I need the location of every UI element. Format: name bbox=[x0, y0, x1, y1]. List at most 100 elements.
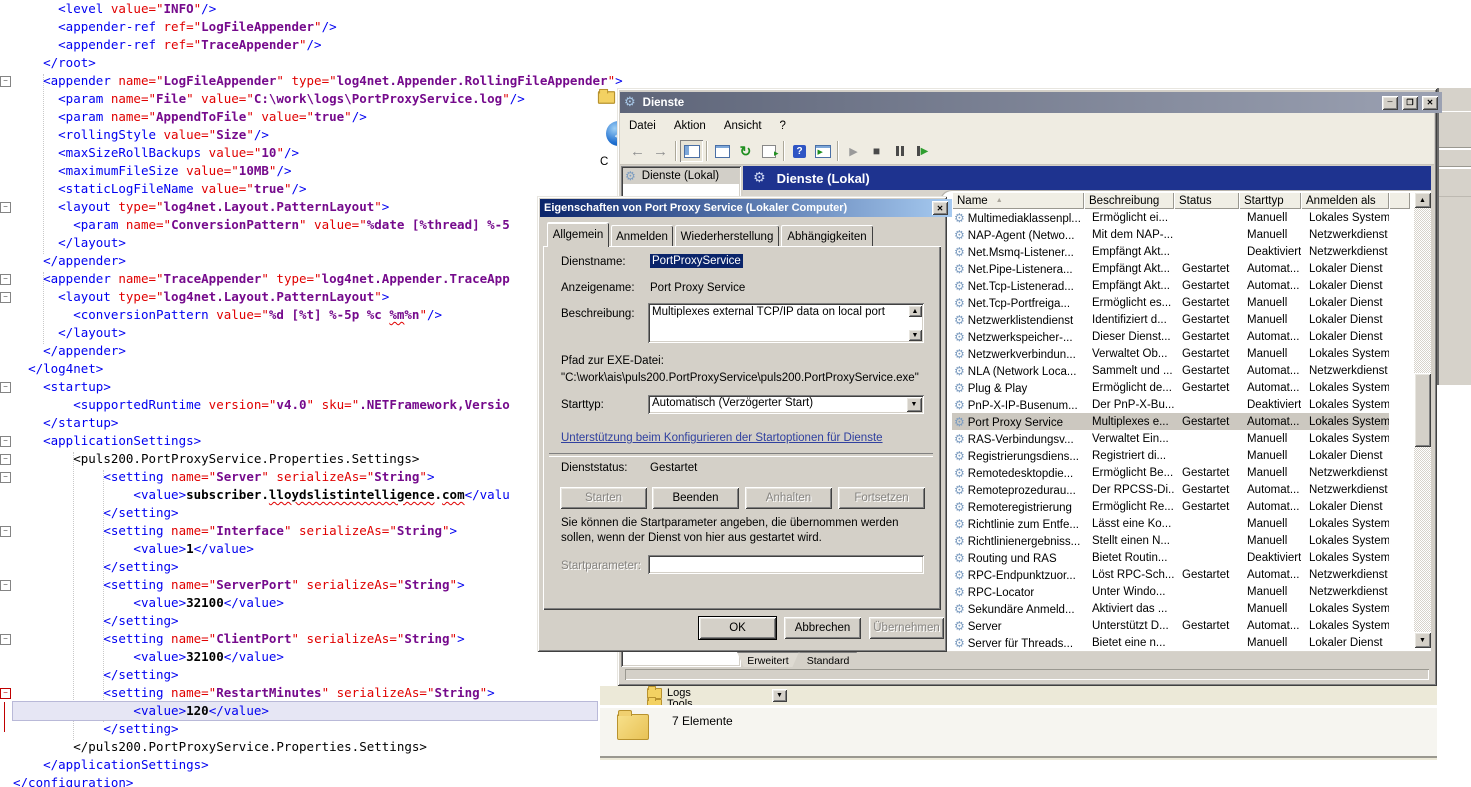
close-button[interactable]: ✕ bbox=[1422, 96, 1438, 110]
fold-toggle[interactable]: − bbox=[0, 580, 11, 591]
fold-toggle[interactable]: − bbox=[0, 436, 11, 447]
column-header-name[interactable]: Name ▲ bbox=[952, 192, 1084, 209]
table-row[interactable]: ⚙Richtlinie zum Entfe...Lässt eine Ko...… bbox=[952, 515, 1389, 532]
table-row[interactable]: ⚙Net.Pipe-Listenera...Empfängt Akt...Ges… bbox=[952, 260, 1389, 277]
table-row[interactable]: ⚙Port Proxy ServiceMultiplexes e...Gesta… bbox=[952, 413, 1389, 430]
view-tab-erweitert[interactable]: Erweitert bbox=[737, 652, 799, 668]
fold-toggle[interactable]: − bbox=[0, 202, 11, 213]
table-row[interactable]: ⚙Remoteprozedurau...Der RPCSS-Di...Gesta… bbox=[952, 481, 1389, 498]
services-list[interactable]: ⚙Multimediaklassenpl...Ermöglicht ei...M… bbox=[952, 209, 1389, 651]
services-scrollbar[interactable]: ▲ ▼ bbox=[1414, 192, 1431, 648]
table-row[interactable]: ⚙NLA (Network Loca...Sammelt und ...Gest… bbox=[952, 362, 1389, 379]
fold-toggle[interactable]: − bbox=[0, 454, 11, 465]
starttyp-combobox[interactable]: Automatisch (Verzögerter Start) ▼ bbox=[648, 395, 924, 414]
scrollbar-thumb[interactable] bbox=[1414, 373, 1431, 447]
column-header-starttyp[interactable]: Starttyp bbox=[1239, 192, 1301, 209]
dropdown-button[interactable]: ▼ bbox=[772, 689, 787, 702]
table-row[interactable]: ⚙Netzwerkspeicher-...Dieser Dienst...Ges… bbox=[952, 328, 1389, 345]
beschreibung-textarea[interactable]: Multiplexes external TCP/IP data on loca… bbox=[648, 303, 924, 343]
start-service-button[interactable]: ▶ bbox=[842, 140, 865, 162]
menu-item-aktion[interactable]: Aktion bbox=[665, 118, 715, 134]
scroll-up-button[interactable]: ▲ bbox=[1414, 192, 1431, 208]
services-titlebar[interactable]: ⚙ Dienste ─ ❒ ✕ bbox=[620, 92, 1442, 113]
menu-item-datei[interactable]: Datei bbox=[620, 118, 665, 134]
tab-wiederherstellung[interactable]: Wiederherstellung bbox=[675, 225, 779, 247]
menu-item-ansicht[interactable]: Ansicht bbox=[715, 118, 771, 134]
restart-service-button[interactable]: ▶ bbox=[911, 140, 934, 162]
table-row[interactable]: ⚙RPC-Endpunktzuor...Löst RPC-Sch...Gesta… bbox=[952, 566, 1389, 583]
table-row[interactable]: ⚙Registrierungsdiens...Registriert di...… bbox=[952, 447, 1389, 464]
anhalten-button[interactable]: Anhalten bbox=[745, 487, 832, 509]
menubar[interactable]: DateiAktionAnsicht? bbox=[620, 113, 1434, 139]
forward-button[interactable]: → bbox=[649, 140, 672, 162]
table-row[interactable]: ⚙Net.Tcp-Listenerad...Empfängt Akt...Ges… bbox=[952, 277, 1389, 294]
help-button[interactable]: ? bbox=[788, 140, 811, 162]
pause-service-button[interactable] bbox=[888, 140, 911, 162]
back-button[interactable]: ← bbox=[626, 140, 649, 162]
code-folding-margin[interactable]: − − − − − − − − − − − − bbox=[0, 0, 12, 787]
table-row[interactable]: ⚙Net.Msmq-Listener...Empfängt Akt...Deak… bbox=[952, 243, 1389, 260]
uebernehmen-button[interactable]: Übernehmen bbox=[869, 617, 944, 639]
beenden-button[interactable]: Beenden bbox=[652, 487, 739, 509]
column-header-anmeldenals[interactable]: Anmelden als bbox=[1301, 192, 1389, 209]
table-row[interactable]: ⚙NetzwerklistendienstIdentifiziert d...G… bbox=[952, 311, 1389, 328]
maximize-button[interactable]: ❒ bbox=[1402, 96, 1418, 110]
properties-button[interactable] bbox=[711, 140, 734, 162]
table-row[interactable]: ⚙Remotedesktopdie...Ermöglicht Be...Gest… bbox=[952, 464, 1389, 481]
fold-toggle[interactable]: − bbox=[0, 274, 11, 285]
table-row[interactable]: ⚙Netzwerkverbindun...Verwaltet Ob...Gest… bbox=[952, 345, 1389, 362]
table-row[interactable]: ⚙Net.Tcp-Portfreiga...Ermöglicht es...Ge… bbox=[952, 294, 1389, 311]
starten-button[interactable]: Starten bbox=[560, 487, 647, 509]
menu-item-[interactable]: ? bbox=[771, 118, 795, 134]
startup-help-link[interactable]: Unterstützung beim Konfigurieren der Sta… bbox=[561, 432, 883, 444]
code-area[interactable]: <level value="INFO"/> <appender-ref ref=… bbox=[13, 0, 623, 787]
view-tab-standard[interactable]: Standard bbox=[799, 652, 857, 668]
fold-toggle[interactable]: − bbox=[0, 292, 11, 303]
minimize-button[interactable]: ─ bbox=[1382, 96, 1398, 110]
fortsetzen-button[interactable]: Fortsetzen bbox=[838, 487, 925, 509]
fold-toggle[interactable]: − bbox=[0, 688, 11, 699]
table-row[interactable]: ⚙ServerUnterstützt D...GestartetAutomat.… bbox=[952, 617, 1389, 634]
scroll-down-button[interactable]: ▼ bbox=[908, 329, 922, 341]
table-row[interactable]: ⚙RemoteregistrierungErmöglicht Re...Gest… bbox=[952, 498, 1389, 515]
extended-view-button[interactable]: ▶ bbox=[811, 140, 834, 162]
dienstname-value[interactable]: PortProxyService bbox=[650, 254, 743, 268]
table-row[interactable]: ⚙NAP-Agent (Netwo...Mit dem NAP-...Manue… bbox=[952, 226, 1389, 243]
combobox-dropdown-button[interactable]: ▼ bbox=[906, 397, 922, 412]
tab-anmelden[interactable]: Anmelden bbox=[611, 225, 673, 247]
fold-toggle[interactable]: − bbox=[0, 76, 11, 87]
fold-toggle[interactable]: − bbox=[0, 526, 11, 537]
column-header-beschreibung[interactable]: Beschreibung bbox=[1084, 192, 1174, 209]
table-row[interactable]: ⚙Plug & PlayErmöglicht de...GestartetAut… bbox=[952, 379, 1389, 396]
fold-toggle[interactable]: − bbox=[0, 634, 11, 645]
dialog-titlebar[interactable]: Eigenschaften von Port Proxy Service (Lo… bbox=[540, 199, 952, 217]
show-console-tree-button[interactable] bbox=[680, 140, 703, 162]
view-tabs[interactable]: ErweitertStandard bbox=[737, 652, 857, 668]
xml-editor[interactable]: −−−−−−−−−−−− <level value="INFO"/> <appe… bbox=[0, 0, 617, 787]
tab-abhngigkeiten[interactable]: Abhängigkeiten bbox=[781, 225, 873, 247]
toolbar[interactable]: ← → ↻ ▸ ? ▶ ▶ ■ ▶ bbox=[620, 138, 1434, 165]
scroll-down-button[interactable]: ▼ bbox=[1414, 632, 1431, 648]
fold-toggle[interactable]: − bbox=[0, 382, 11, 393]
services-list-header[interactable]: Name ▲BeschreibungStatusStarttypAnmelden… bbox=[952, 192, 1410, 209]
stop-service-button[interactable]: ■ bbox=[865, 140, 888, 162]
table-row[interactable]: ⚙Server für Threads...Bietet eine n...Ma… bbox=[952, 634, 1389, 651]
table-row[interactable]: ⚙Sekundäre Anmeld...Aktiviert das ...Man… bbox=[952, 600, 1389, 617]
column-header-status[interactable]: Status bbox=[1174, 192, 1239, 209]
table-row[interactable]: ⚙RPC-LocatorUnter Windo...ManuellNetzwer… bbox=[952, 583, 1389, 600]
table-row[interactable]: ⚙Routing und RASBietet Routin...Deaktivi… bbox=[952, 549, 1389, 566]
abbrechen-button[interactable]: Abbrechen bbox=[784, 617, 861, 639]
table-row[interactable]: ⚙RAS-Verbindungsv...Verwaltet Ein...Manu… bbox=[952, 430, 1389, 447]
table-row[interactable]: ⚙Richtlinienergebniss...Stellt einen N..… bbox=[952, 532, 1389, 549]
startparameter-input[interactable] bbox=[648, 555, 924, 574]
refresh-button[interactable]: ↻ bbox=[734, 140, 757, 162]
tree-item-dienste-lokal[interactable]: ⚙ Dienste (Lokal) bbox=[623, 168, 739, 184]
fold-toggle[interactable]: − bbox=[0, 472, 11, 483]
export-list-button[interactable]: ▸ bbox=[757, 140, 780, 162]
ok-button[interactable]: OK bbox=[699, 617, 776, 639]
scroll-up-button[interactable]: ▲ bbox=[908, 305, 922, 317]
table-row[interactable]: ⚙PnP-X-IP-Busenum...Der PnP-X-Bu...Deakt… bbox=[952, 396, 1389, 413]
dialog-close-button[interactable]: ✕ bbox=[932, 201, 948, 215]
table-row[interactable]: ⚙Multimediaklassenpl...Ermöglicht ei...M… bbox=[952, 209, 1389, 226]
tab-allgemein[interactable]: Allgemein bbox=[547, 222, 609, 247]
